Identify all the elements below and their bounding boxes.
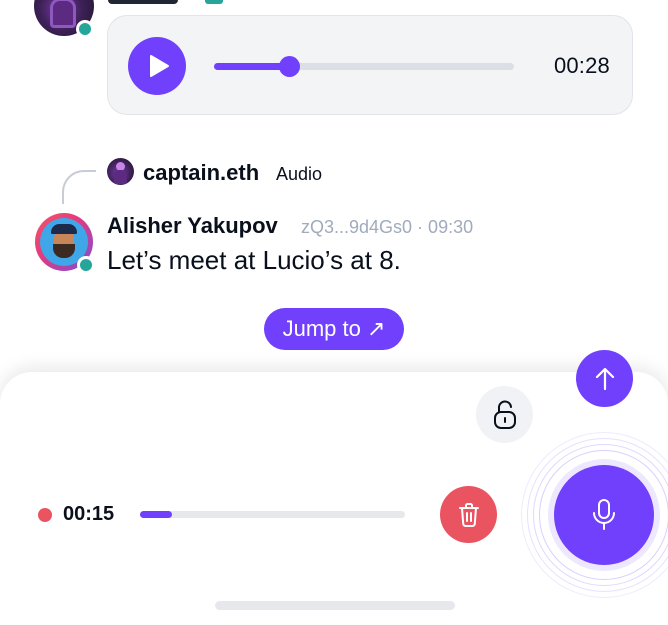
recording-elapsed-time: 00:15	[63, 503, 115, 525]
play-icon	[150, 55, 169, 77]
audio-scrubber-knob[interactable]	[279, 56, 300, 77]
message-meta: zQ3...9d4Gs0 · 09:30	[301, 217, 474, 237]
recording-progress-track	[140, 511, 405, 518]
clipped-status-badge	[205, 0, 223, 4]
delete-recording-button[interactable]	[440, 486, 497, 543]
message-text: Let’s meet at Lucio’s at 8.	[107, 245, 401, 275]
play-button[interactable]	[128, 37, 186, 95]
message-author-name[interactable]: Alisher Yakupov	[107, 213, 278, 239]
chat-screen: 00:28 captain.eth Audio Alisher Yakupov …	[0, 0, 668, 625]
reply-connector-line	[62, 170, 96, 204]
reply-author-name[interactable]: captain.eth	[143, 160, 259, 186]
send-button[interactable]	[576, 350, 633, 407]
home-indicator[interactable]	[215, 601, 455, 610]
microphone-icon	[593, 499, 615, 530]
recording-progress-fill	[140, 511, 172, 518]
trash-icon	[458, 502, 479, 527]
lock-recording-button[interactable]	[476, 386, 533, 443]
clipped-author-name	[108, 0, 178, 4]
audio-progress-track[interactable]	[214, 56, 514, 77]
online-status-dot	[77, 256, 95, 274]
audio-message-bubble: 00:28	[107, 15, 633, 115]
reply-author-avatar	[107, 158, 134, 185]
jump-to-button[interactable]: Jump to ↗	[264, 308, 404, 350]
online-status-dot	[76, 20, 94, 38]
record-button[interactable]	[554, 465, 654, 565]
lock-open-icon	[493, 400, 516, 429]
arrow-up-icon	[595, 367, 614, 390]
recording-indicator-dot	[38, 508, 52, 522]
avatar-figure	[50, 0, 76, 28]
audio-progress-fill	[214, 63, 289, 70]
audio-duration: 00:28	[553, 53, 610, 78]
reply-message-kind: Audio	[276, 164, 323, 184]
